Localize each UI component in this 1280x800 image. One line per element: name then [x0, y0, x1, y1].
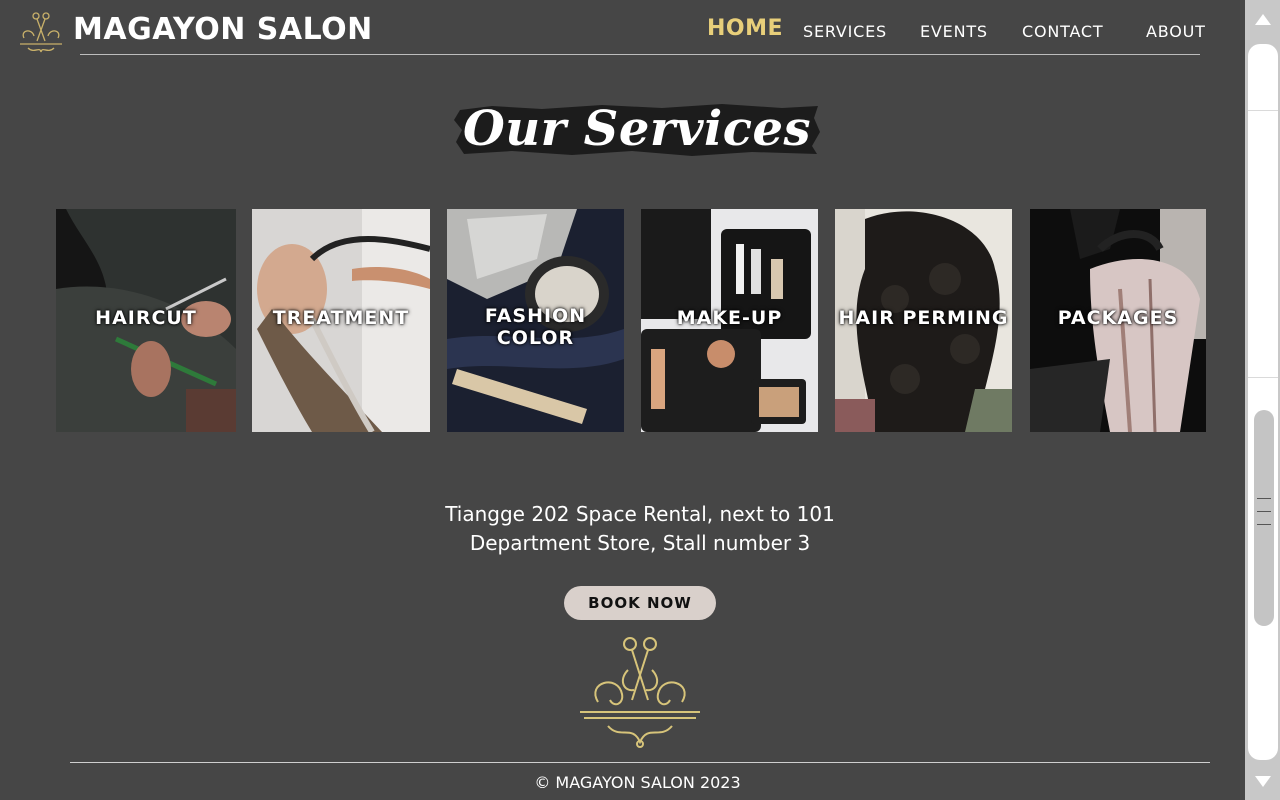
scrollbar-thumb[interactable]	[1254, 410, 1274, 626]
service-label: HAIR PERMING	[838, 307, 1009, 329]
footer-divider	[70, 762, 1210, 763]
service-card-hair-perming[interactable]: HAIR PERMING	[835, 209, 1012, 432]
nav-home[interactable]: HOME	[707, 15, 783, 43]
service-label: MAKE-UP	[676, 307, 783, 329]
service-card-treatment[interactable]: TREATMENT	[252, 209, 430, 432]
service-label: TREATMENT	[272, 307, 410, 329]
service-card-haircut[interactable]: HAIRCUT	[56, 209, 236, 432]
address-line-1: Tiangge 202 Space Rental, next to 101	[445, 502, 835, 526]
scrollbar-divider	[1248, 110, 1278, 111]
service-card-make-up[interactable]: MAKE-UP	[641, 209, 818, 432]
header-divider	[80, 54, 1200, 55]
service-card-packages[interactable]: PACKAGES	[1030, 209, 1206, 432]
service-card-fashion-color[interactable]: FASHION COLOR	[447, 209, 624, 432]
scrollbar-divider	[1248, 377, 1278, 378]
site-title[interactable]: MAGAYON SALON	[73, 12, 373, 47]
page: MAGAYON SALON HOME SERVICES EVENTS CONTA…	[0, 0, 1245, 800]
nav-events[interactable]: EVENTS	[920, 18, 988, 46]
scissors-ornament-icon	[578, 630, 702, 750]
page-title: Our Services	[462, 101, 812, 157]
nav-services[interactable]: SERVICES	[803, 18, 887, 46]
address-line-2: Department Store, Stall number 3	[469, 531, 811, 555]
nav-about[interactable]: ABOUT	[1146, 18, 1206, 46]
nav-contact[interactable]: CONTACT	[1022, 18, 1103, 46]
scissors-ornament-icon[interactable]	[16, 8, 66, 58]
service-label: PACKAGES	[1057, 307, 1179, 329]
section-title: Our Services	[452, 96, 822, 162]
grip-line	[1257, 498, 1271, 499]
service-label: HAIRCUT	[95, 307, 197, 329]
grip-line	[1257, 524, 1271, 525]
book-now-button[interactable]: BOOK NOW	[564, 586, 716, 620]
salon-address: Tiangge 202 Space Rental, next to 101 De…	[380, 500, 900, 558]
scroll-down-icon[interactable]	[1255, 776, 1271, 787]
service-label: FASHION COLOR	[484, 305, 587, 349]
grip-line	[1257, 511, 1271, 512]
copyright-text: © MAGAYON SALON 2023	[534, 773, 741, 792]
scrollbar-panel	[1248, 44, 1278, 760]
scroll-up-icon[interactable]	[1255, 14, 1271, 25]
